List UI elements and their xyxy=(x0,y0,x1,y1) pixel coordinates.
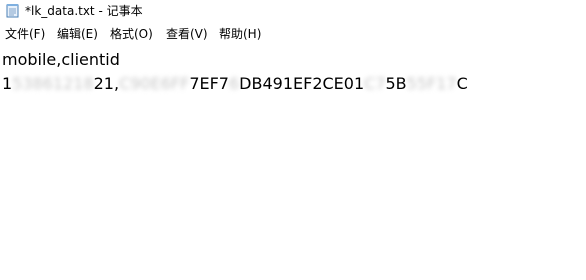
data-segment: DB491EF2CE01 xyxy=(239,74,365,93)
menu-edit[interactable]: 编辑(E) xyxy=(57,26,98,42)
text-editor-area[interactable]: mobile,clientid 15386121821,C90E6FF7EF76… xyxy=(0,45,586,280)
menu-bar: 文件(F) 编辑(E) 格式(O) 查看(V) 帮助(H) xyxy=(0,24,586,44)
redacted-segment: C7 xyxy=(364,74,386,93)
text-line-header: mobile,clientid xyxy=(2,50,120,69)
menu-help[interactable]: 帮助(H) xyxy=(219,26,261,42)
data-segment: C xyxy=(456,74,468,93)
text-line-data: 15386121821,C90E6FF7EF76DB491EF2CE01C75B… xyxy=(2,74,468,94)
menu-view[interactable]: 查看(V) xyxy=(166,26,208,42)
window-title: *lk_data.txt - 记事本 xyxy=(25,4,143,18)
data-segment: 7EF7 xyxy=(189,74,229,93)
data-segment: 5B xyxy=(385,74,407,93)
redacted-segment: C90E6FF xyxy=(119,74,190,93)
data-segment: 21, xyxy=(93,74,120,93)
menu-format[interactable]: 格式(O) xyxy=(110,26,153,42)
redacted-segment: 55F17 xyxy=(406,74,457,93)
menu-file[interactable]: 文件(F) xyxy=(5,26,45,42)
redacted-segment: 6 xyxy=(228,74,240,93)
notepad-app-icon xyxy=(6,4,19,18)
redacted-segment: 53861218 xyxy=(12,74,94,93)
notepad-window: *lk_data.txt - 记事本 文件(F) 编辑(E) 格式(O) 查看(… xyxy=(0,0,586,280)
data-segment: 1 xyxy=(2,74,13,93)
title-bar: *lk_data.txt - 记事本 xyxy=(0,0,586,22)
